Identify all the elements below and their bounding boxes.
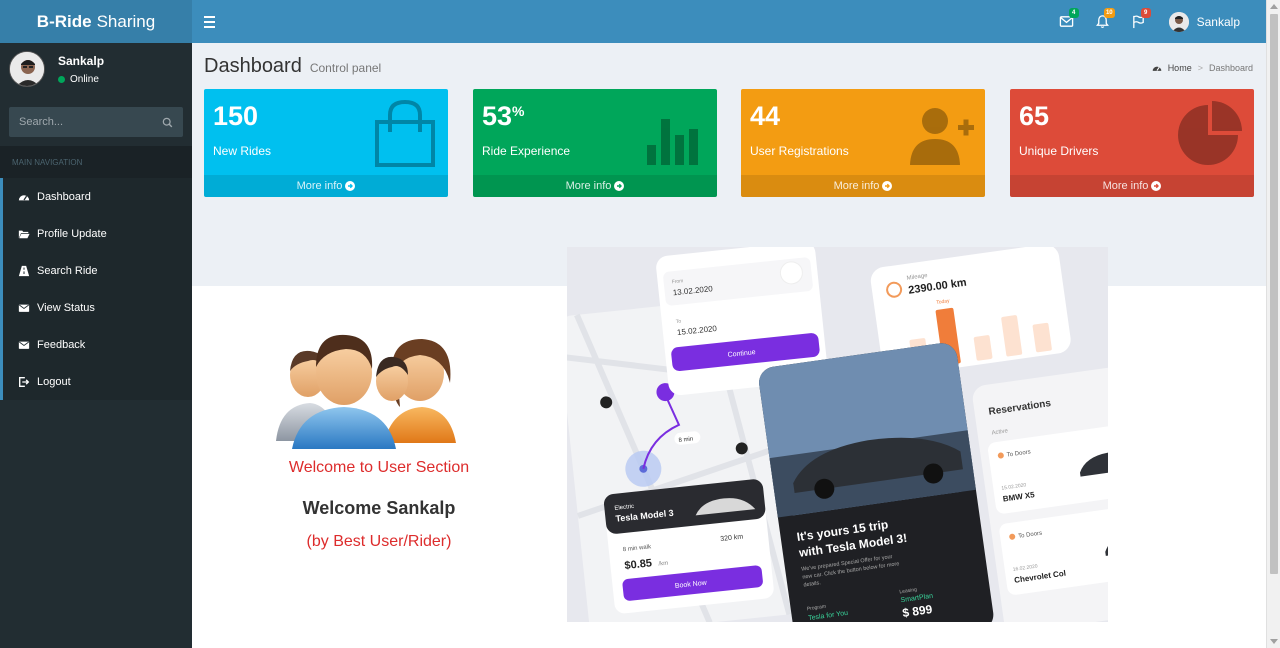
notifications-badge: 10: [1103, 8, 1115, 18]
header-user-name: Sankalp: [1196, 14, 1240, 29]
arrow-circle-right-icon: [882, 181, 893, 191]
notifications-button[interactable]: 10: [1085, 0, 1121, 43]
search-input[interactable]: [19, 116, 162, 128]
user-menu[interactable]: Sankalp: [1157, 0, 1266, 43]
arrow-circle-right-icon: [614, 181, 625, 191]
brand-rest: Sharing: [96, 11, 156, 31]
page-scrollbar[interactable]: [1266, 0, 1280, 648]
envelope-icon: [18, 304, 30, 312]
status-text: Online: [70, 73, 99, 85]
sidebar-item-dashboard[interactable]: Dashboard: [0, 178, 192, 215]
sidebar-item-search-ride[interactable]: Search Ride: [0, 252, 192, 289]
more-info-link[interactable]: More info: [1010, 175, 1254, 197]
from-label: From: [671, 278, 683, 285]
avatar: [1168, 11, 1189, 32]
page-subtitle: Control panel: [309, 61, 382, 75]
scroll-down-icon[interactable]: [1270, 639, 1278, 644]
scroll-thumb[interactable]: [1270, 14, 1278, 574]
stat-box-user-registrations: 44 User Registrations More info: [741, 89, 985, 197]
sidebar-menu: Dashboard Profile Update Search Ride Vie…: [0, 178, 192, 400]
content-wrapper: Dashboard Control panel Home > Dashboard…: [192, 43, 1266, 648]
stat-box-ride-experience: 53% Ride Experience More info: [473, 89, 717, 197]
status-badge: Online: [58, 74, 104, 85]
page-title: Dashboard: [204, 55, 302, 77]
road-icon: [18, 265, 30, 276]
sidebar-item-logout[interactable]: Logout: [0, 363, 192, 400]
stat-box-unique-drivers: 65 Unique Drivers More info: [1010, 89, 1254, 197]
dashboard-icon: [1152, 66, 1161, 71]
welcome-section-heading: Welcome to User Section: [288, 459, 470, 476]
sidebar-item-feedback[interactable]: Feedback: [0, 326, 192, 363]
user-plus-icon: [910, 108, 974, 165]
stat-box-new-rides: 150 New Rides More info: [204, 89, 448, 197]
scroll-up-icon[interactable]: [1270, 4, 1278, 9]
avatar: [9, 51, 45, 87]
sidebar-item-label: View Status: [37, 301, 95, 314]
welcome-name: Welcome Sankalp: [302, 498, 456, 518]
car-price-unit: /km: [658, 561, 668, 568]
sign-out-icon: [19, 376, 30, 387]
sidebar: Sankalp Online MAIN NAVIGATION Dashboard…: [0, 43, 192, 648]
arrow-circle-right-icon: [345, 181, 356, 191]
welcome-role: (by Best User/Rider): [306, 533, 452, 550]
sidebar-item-view-status[interactable]: View Status: [0, 289, 192, 326]
sidebar-search: [9, 107, 183, 137]
folder-open-icon: [18, 230, 30, 238]
user-info: Sankalp Online: [58, 54, 104, 85]
breadcrumb: Home > Dashboard: [1152, 63, 1253, 73]
messages-button[interactable]: 4: [1049, 0, 1085, 43]
sidebar-item-label: Dashboard: [37, 190, 91, 203]
messages-badge: 4: [1068, 8, 1079, 18]
breadcrumb-separator: >: [1197, 63, 1203, 73]
bar-chart-icon: [647, 119, 698, 165]
sidebar-user-name: Sankalp: [58, 53, 105, 68]
brand-bold: B-Ride: [36, 11, 92, 31]
arrow-circle-right-icon: [1151, 181, 1162, 191]
content-header: Dashboard Control panel: [204, 55, 381, 78]
nav-header: MAIN NAVIGATION: [0, 146, 192, 178]
more-info-link[interactable]: More info: [473, 175, 717, 197]
navbar-right: 4 10 9 Sankalp: [1049, 0, 1266, 43]
app-mockup-image: 8 min Electric Tesla Model 3 8 min walk …: [567, 247, 1108, 622]
search-icon[interactable]: [162, 117, 173, 128]
more-info-link[interactable]: More info: [204, 175, 448, 197]
more-info-link[interactable]: More info: [741, 175, 985, 197]
sidebar-item-label: Profile Update: [37, 227, 107, 240]
shopping-bag-icon: [375, 99, 435, 167]
sidebar-item-label: Feedback: [37, 338, 86, 351]
top-navbar: 4 10 9 Sankalp: [192, 0, 1266, 43]
sidebar-item-label: Logout: [37, 375, 71, 388]
dashboard-icon: [18, 194, 30, 200]
envelope-icon: [18, 341, 30, 349]
tasks-badge: 9: [1140, 8, 1151, 18]
pie-chart-icon: [1178, 101, 1242, 165]
online-dot-icon: [58, 75, 65, 83]
breadcrumb-current: Dashboard: [1208, 63, 1253, 73]
sidebar-item-profile-update[interactable]: Profile Update: [0, 215, 192, 252]
brand-logo[interactable]: B-Ride Sharing: [0, 0, 192, 43]
to-label: To: [676, 319, 682, 326]
sidebar-item-label: Search Ride: [37, 264, 98, 277]
tasks-button[interactable]: 9: [1121, 0, 1157, 43]
users-group-icon: [276, 334, 456, 449]
breadcrumb-home[interactable]: Home: [1168, 63, 1192, 73]
sidebar-toggle-icon[interactable]: [192, 0, 226, 43]
user-panel: Sankalp Online: [0, 43, 192, 95]
